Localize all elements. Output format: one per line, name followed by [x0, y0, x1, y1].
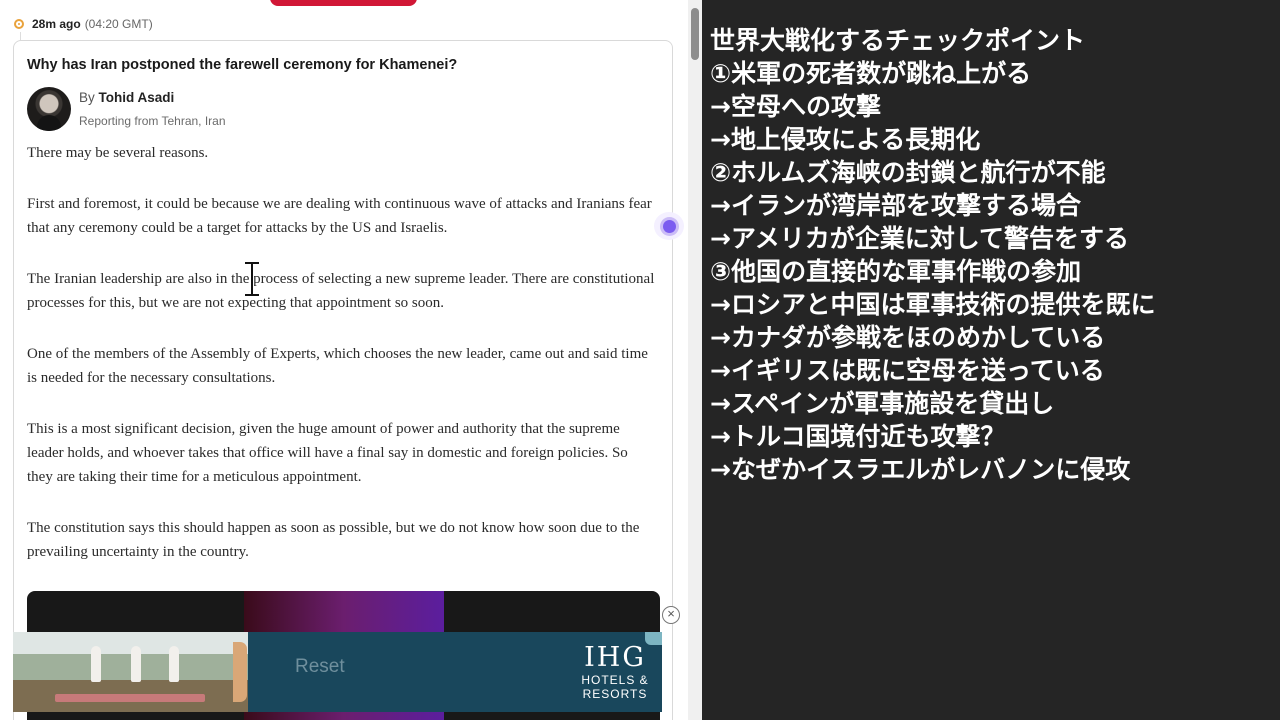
checkpoint-line: →地上侵攻による長期化	[710, 125, 981, 154]
article-paragraph: This is a most significant decision, giv…	[27, 421, 628, 485]
byline-prefix: By	[79, 90, 95, 105]
ad-reset-text[interactable]: Reset	[295, 656, 345, 678]
checkpoint-line: ②ホルムズ海峡の封鎖と航行が不能	[710, 158, 1106, 187]
ad-close-button[interactable]: ×	[662, 606, 680, 624]
checkpoint-line: ③他国の直接的な軍事作戦の参加	[710, 257, 1082, 286]
checkpoint-line: →トルコ国境付近も攻撃？	[710, 422, 1006, 451]
ihg-line1: HOTELS &	[581, 673, 649, 687]
checkpoint-list: 世界大戦化するチェックポイント ①米軍の死者数が跳ね上がる →空母への攻撃 →地…	[710, 24, 1155, 486]
post-timestamp: 28m ago (04:20 GMT)	[14, 15, 153, 33]
checkpoint-line: →イランが湾岸部を攻撃する場合	[710, 191, 1081, 220]
checkpoint-line: →カナダが参戦をほのめかしている	[710, 323, 1106, 352]
ad-tab-shape	[233, 642, 247, 702]
text-cursor-icon	[243, 262, 261, 296]
ihg-line2: RESORTS	[582, 687, 648, 701]
time-gmt: (04:20 GMT)	[84, 17, 153, 31]
checkpoint-line: →なぜかイスラエルがレバノンに侵攻	[710, 455, 1131, 484]
scrollbar-thumb[interactable]	[691, 8, 699, 60]
ai-assistant-icon[interactable]	[654, 212, 684, 240]
article-paragraph: First and foremost, it could be because …	[27, 196, 652, 236]
ad-info-corner[interactable]	[645, 632, 662, 645]
post-headline: Why has Iran postponed the farewell cere…	[27, 57, 458, 73]
byline: By Tohid Asadi	[79, 90, 174, 105]
article-paragraph: The Iranian leadership are also in the p…	[27, 271, 655, 311]
author-name[interactable]: Tohid Asadi	[99, 90, 175, 105]
author-location: Reporting from Tehran, Iran	[79, 114, 226, 128]
ad-yoga-photo	[13, 632, 248, 712]
article-paragraph: The constitution says this should happen…	[27, 520, 640, 560]
page-scrollbar[interactable]	[688, 0, 702, 720]
ihg-logo: IHG HOTELS & RESORTS	[575, 642, 655, 702]
hotel-advertisement[interactable]: Reset IHG HOTELS & RESORTS	[13, 632, 662, 712]
article-paragraph: There may be several reasons.	[27, 145, 209, 161]
checkpoint-line: →ロシアと中国は軍事技術の提供を既に	[710, 290, 1156, 319]
checkpoint-line: →アメリカが企業に対して警告をする	[710, 224, 1129, 253]
top-red-button[interactable]	[270, 0, 417, 6]
checkpoint-line: →スペインが軍事施設を貸出し	[710, 389, 1055, 418]
author-avatar[interactable]	[27, 87, 71, 131]
live-dot-icon	[14, 19, 24, 29]
article-paragraph: One of the members of the Assembly of Ex…	[27, 346, 648, 386]
ihg-brand: IHG	[584, 642, 646, 673]
news-page: 28m ago (04:20 GMT) Why has Iran postpon…	[0, 0, 688, 720]
checkpoint-line: →空母への攻撃	[710, 92, 881, 121]
time-ago: 28m ago	[32, 17, 81, 31]
checkpoint-line: →イギリスは既に空母を送っている	[710, 356, 1105, 385]
checkpoint-title: 世界大戦化するチェックポイント	[710, 26, 1086, 55]
checkpoint-line: ①米軍の死者数が跳ね上がる	[710, 59, 1032, 88]
